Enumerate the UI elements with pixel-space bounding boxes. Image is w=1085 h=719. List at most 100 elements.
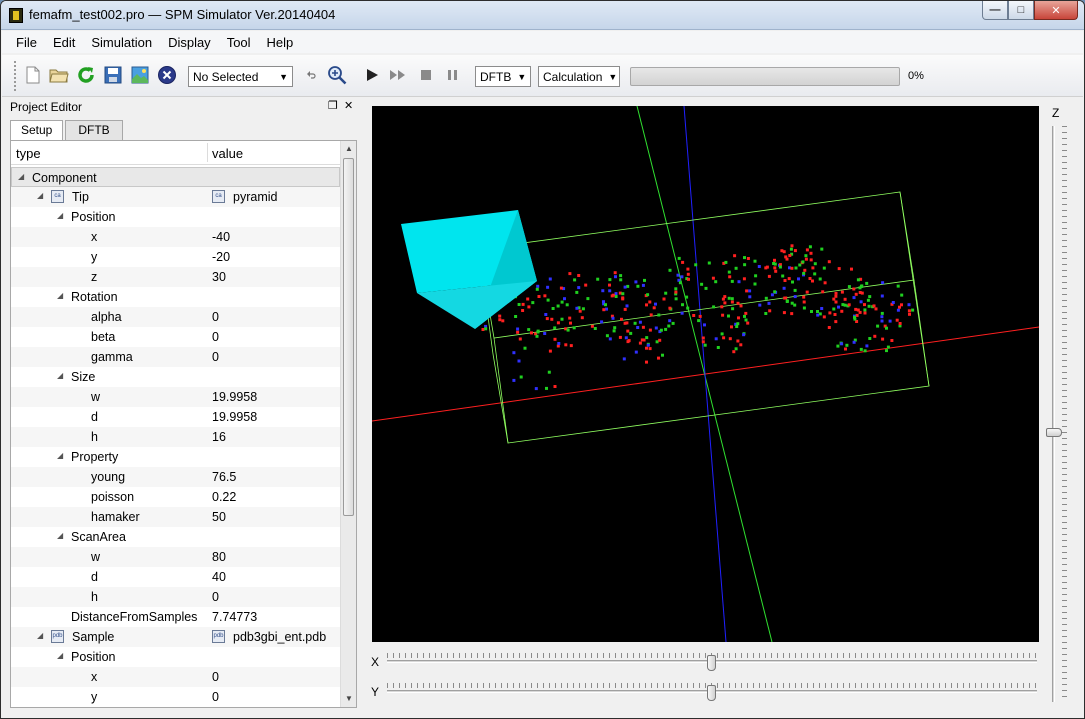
expand-triangle-icon[interactable]: ◢ [37, 191, 43, 200]
float-panel-icon[interactable]: ❐ [328, 99, 338, 112]
tree-row-value[interactable]: 40 [212, 570, 226, 584]
tree-row-value[interactable]: pdb3gbi_ent.pdb [233, 630, 326, 644]
tree-row[interactable]: ◢ Component [11, 167, 340, 187]
tree-row[interactable]: hamaker 50 [11, 507, 340, 527]
tree-row-value[interactable]: 0.22 [212, 490, 236, 504]
menu-help[interactable]: Help [259, 35, 302, 50]
tree-row[interactable]: ◢ Position [11, 207, 340, 227]
expand-triangle-icon[interactable]: ◢ [18, 172, 24, 181]
pause-icon[interactable] [443, 65, 463, 85]
expand-triangle-icon[interactable]: ◢ [57, 211, 63, 220]
selection-dropdown[interactable]: No Selected ▼ [188, 66, 293, 87]
tree-row[interactable]: ◢ Position [11, 647, 340, 667]
tree-scrollbar[interactable]: ▲ ▼ [340, 141, 356, 707]
tab-dftb[interactable]: DFTB [65, 120, 123, 140]
tree-row[interactable]: d 19.9958 [11, 407, 340, 427]
y-slider-knob[interactable] [707, 685, 716, 701]
tree-row-value[interactable]: 76.5 [212, 470, 236, 484]
expand-triangle-icon[interactable]: ◢ [37, 631, 43, 640]
menu-edit[interactable]: Edit [45, 35, 83, 50]
expand-triangle-icon[interactable]: ◢ [57, 451, 63, 460]
calculation-dropdown[interactable]: Calculation ▼ [538, 66, 620, 87]
tree-row[interactable]: y -20 [11, 247, 340, 267]
tree-row-value[interactable]: 16 [212, 430, 226, 444]
tree-row[interactable]: DistanceFromSamples 7.74773 [11, 607, 340, 627]
expand-triangle-icon[interactable]: ◢ [57, 371, 63, 380]
maximize-button[interactable]: □ [1008, 1, 1034, 20]
minimize-button[interactable]: — [982, 1, 1008, 20]
tree-row-value[interactable]: 50 [212, 510, 226, 524]
close-panel-icon[interactable]: ✕ [344, 99, 353, 112]
tree-row[interactable]: ◢ ca Tip ca pyramid [11, 187, 340, 207]
tree-row-value[interactable]: -40 [212, 230, 230, 244]
z-slider[interactable]: Z [1046, 106, 1072, 704]
tree-row[interactable]: young 76.5 [11, 467, 340, 487]
tree-row-value[interactable]: 19.9958 [212, 410, 257, 424]
tree-row-value[interactable]: 80 [212, 550, 226, 564]
scroll-down-icon[interactable]: ▼ [341, 691, 356, 707]
zoom-icon[interactable] [327, 65, 347, 85]
scroll-up-icon[interactable]: ▲ [341, 141, 356, 157]
tree-row-value[interactable]: 30 [212, 270, 226, 284]
expand-triangle-icon[interactable]: ◢ [57, 291, 63, 300]
open-folder-icon[interactable] [49, 65, 69, 85]
3d-viewport[interactable] [372, 106, 1039, 642]
tree-row[interactable]: h0 [11, 587, 340, 607]
tree-row-value[interactable]: 19.9958 [212, 390, 257, 404]
column-header-type[interactable]: type [16, 146, 41, 161]
tree-row[interactable]: beta 0 [11, 327, 340, 347]
tree-row[interactable]: x0 [11, 667, 340, 687]
image-export-icon[interactable] [130, 65, 150, 85]
tree-row[interactable]: poisson 0.22 [11, 487, 340, 507]
new-file-icon[interactable] [23, 65, 43, 85]
fast-forward-icon[interactable] [388, 65, 408, 85]
x-slider[interactable]: X [371, 653, 1039, 671]
tree-row-value[interactable]: 0 [212, 590, 219, 604]
close-button[interactable]: ✕ [1034, 1, 1078, 20]
tree-row[interactable]: ◢ ScanArea [11, 527, 340, 547]
expand-triangle-icon[interactable]: ◢ [57, 651, 63, 660]
undo-arrow-icon[interactable] [304, 65, 318, 85]
save-icon[interactable] [103, 65, 123, 85]
tree-row[interactable]: ◢ Rotation [11, 287, 340, 307]
tree-row-value[interactable]: -20 [212, 250, 230, 264]
stop-icon[interactable] [416, 65, 436, 85]
menu-display[interactable]: Display [160, 35, 219, 50]
tree-row[interactable]: alpha 0 [11, 307, 340, 327]
reload-icon[interactable] [76, 65, 96, 85]
expand-triangle-icon[interactable]: ◢ [57, 531, 63, 540]
tree-row[interactable]: w 80 [11, 547, 340, 567]
tree-row-value[interactable]: 0 [212, 330, 219, 344]
tree-row[interactable]: d 40 [11, 567, 340, 587]
play-icon[interactable] [362, 65, 382, 85]
tree-row-value[interactable]: 0 [212, 310, 219, 324]
z-slider-knob[interactable] [1046, 428, 1062, 437]
scroll-thumb[interactable] [343, 158, 354, 516]
tree-row[interactable]: x -40 [11, 227, 340, 247]
toolbar-grip[interactable] [14, 61, 17, 91]
tree-row[interactable]: h 16 [11, 427, 340, 447]
tree-row-value[interactable]: 7.74773 [212, 610, 257, 624]
tree-row-value[interactable]: 0 [212, 690, 219, 704]
column-header-value[interactable]: value [212, 146, 243, 161]
menu-simulation[interactable]: Simulation [83, 35, 160, 50]
menu-tool[interactable]: Tool [219, 35, 259, 50]
mode-dropdown[interactable]: DFTB ▼ [475, 66, 531, 87]
menu-file[interactable]: File [8, 35, 45, 50]
tab-setup[interactable]: Setup [10, 120, 64, 141]
title-bar[interactable]: femafm_test002.pro — SPM Simulator Ver.2… [1, 1, 1084, 30]
tree-row-value[interactable]: pyramid [233, 190, 277, 204]
tip-pyramid[interactable] [401, 210, 537, 329]
tree-row[interactable]: w 19.9958 [11, 387, 340, 407]
tree-row[interactable]: ◢ Size [11, 367, 340, 387]
tree-row[interactable]: y0 [11, 687, 340, 707]
tree-row[interactable]: ◢ pdb Sample pdb pdb3gbi_ent.pdb [11, 627, 340, 647]
tree-row[interactable]: ◢ Property [11, 447, 340, 467]
tree-row[interactable]: z 30 [11, 267, 340, 287]
tree-row[interactable]: gamma 0 [11, 347, 340, 367]
x-slider-knob[interactable] [707, 655, 716, 671]
stop-circle-icon[interactable] [157, 65, 177, 85]
y-slider[interactable]: Y [371, 683, 1039, 701]
tree-row-value[interactable]: 0 [212, 350, 219, 364]
tree-row-value[interactable]: 0 [212, 670, 219, 684]
